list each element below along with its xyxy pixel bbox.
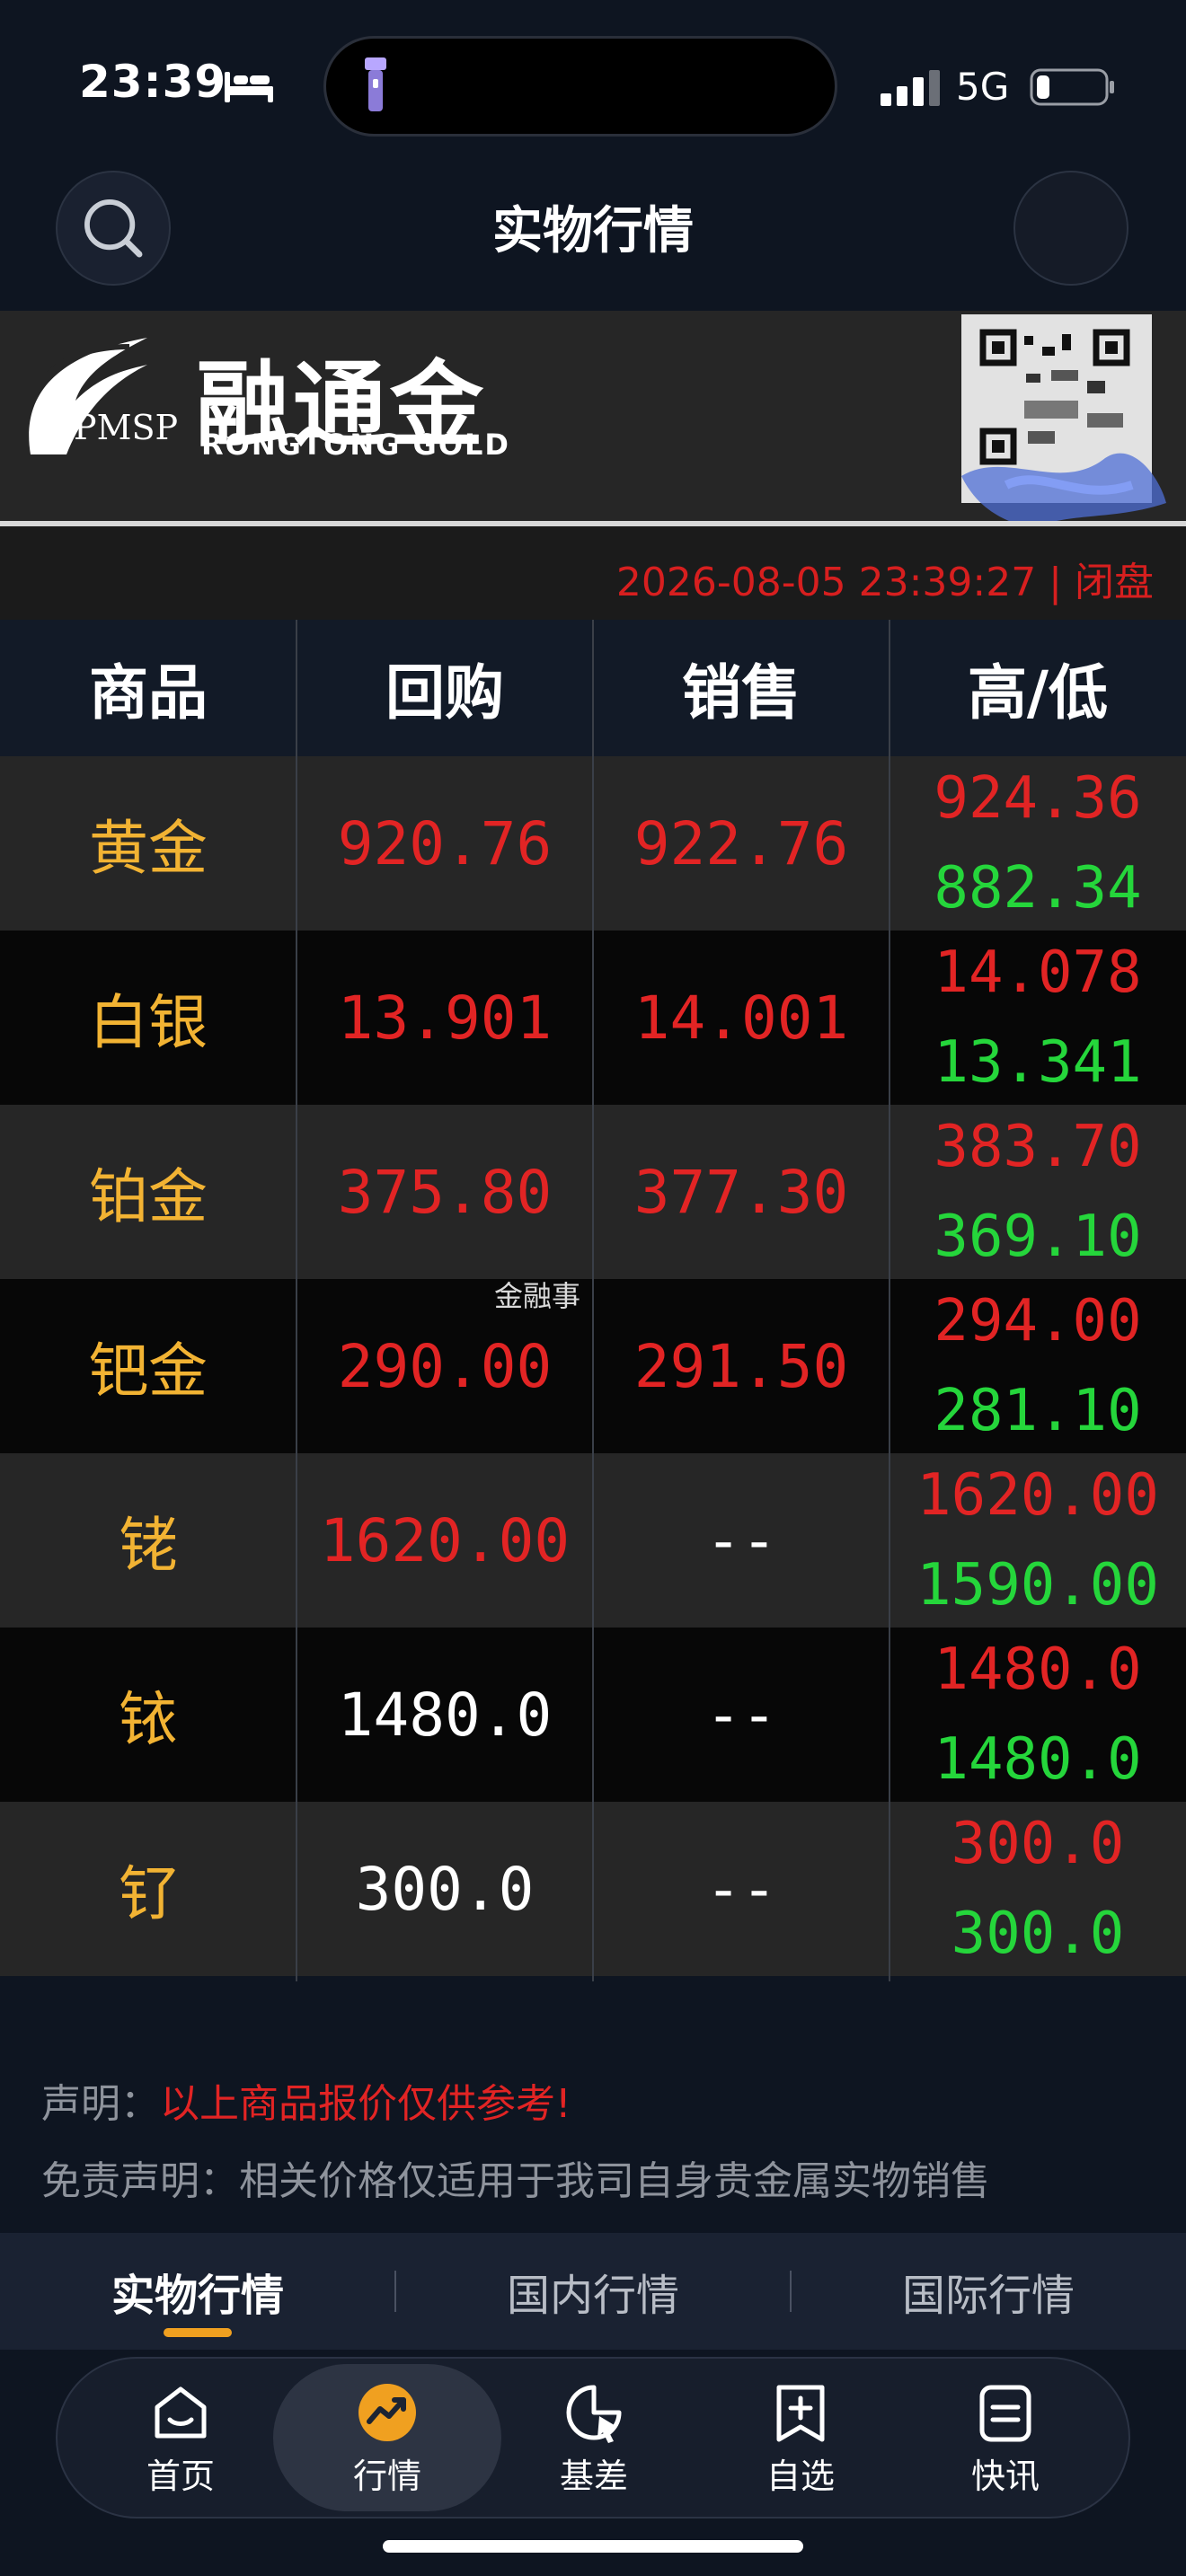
low-price: 882.34 [934, 855, 1142, 922]
pie-cursor-icon [566, 2385, 622, 2443]
high-price: 1620.00 [916, 1462, 1159, 1529]
sell-price: 14.001 [633, 983, 849, 1053]
dynamic-island[interactable] [323, 36, 837, 137]
column-divider [592, 620, 594, 1981]
high-price: 383.70 [934, 1114, 1142, 1180]
sell-price: 377.30 [633, 1157, 849, 1227]
commodity-name: 钯金 [89, 1337, 208, 1406]
home-indicator[interactable] [383, 2540, 803, 2553]
buyback-price: 375.80 [337, 1157, 553, 1227]
brand-abbr: PMSP [74, 408, 179, 447]
nav-basis[interactable]: 基差 [491, 2371, 697, 2506]
low-price: 1480.0 [934, 1726, 1142, 1793]
watermark: 金融事 [494, 1279, 581, 1313]
brand-name-en: RONGTONG GOLD [201, 428, 510, 462]
tab-separator [790, 2271, 792, 2312]
column-divider [889, 620, 890, 1981]
status-time: 23:39 [79, 56, 227, 108]
sell-price: 291.50 [633, 1331, 849, 1401]
sell-price: -- [705, 1680, 777, 1750]
high-price: 1480.0 [934, 1636, 1142, 1703]
high-price: 294.00 [934, 1288, 1142, 1354]
nav-label: 首页 [146, 2457, 215, 2496]
low-price: 13.341 [934, 1029, 1142, 1096]
active-tab-indicator [164, 2328, 232, 2337]
commodity-name: 铑 [119, 1511, 178, 1580]
sleep-bed-icon [225, 72, 273, 102]
high-price: 14.078 [934, 940, 1142, 1006]
add-bookmark-icon [776, 2385, 825, 2442]
buyback-price: 300.0 [355, 1854, 535, 1924]
header-commodity: 商品 [89, 658, 208, 728]
buyback-price: 13.901 [337, 983, 553, 1053]
commodity-name: 白银 [89, 988, 208, 1057]
menu-button[interactable] [1013, 171, 1128, 286]
header-sell: 销售 [682, 658, 801, 728]
high-price: 924.36 [934, 765, 1142, 832]
sell-price: -- [705, 1505, 777, 1575]
home-icon [155, 2386, 207, 2439]
low-price: 281.10 [934, 1378, 1142, 1444]
tab-domestic-market[interactable]: 国内行情 [395, 2233, 791, 2350]
buyback-price: 1480.0 [337, 1680, 553, 1750]
nav-label: 行情 [352, 2457, 421, 2496]
low-price: 300.0 [951, 1901, 1125, 1967]
chart-trend-icon [358, 2384, 416, 2441]
nav-label: 快讯 [970, 2457, 1040, 2496]
sell-price: 922.76 [633, 808, 849, 878]
commodity-name: 铱 [119, 1685, 178, 1754]
nav-label: 基差 [559, 2457, 628, 2496]
nav-news[interactable]: 快讯 [902, 2371, 1109, 2506]
high-price: 300.0 [951, 1811, 1125, 1877]
commodity-name: 钌 [119, 1859, 178, 1928]
commodity-name: 黄金 [89, 814, 208, 883]
low-price: 369.10 [934, 1204, 1142, 1270]
flashlight-icon [365, 57, 386, 111]
page-title: 实物行情 [492, 202, 694, 260]
tab-international-market[interactable]: 国际行情 [791, 2233, 1186, 2350]
nav-label: 自选 [766, 2457, 835, 2496]
tab-separator [394, 2271, 396, 2312]
battery-icon [1030, 68, 1114, 106]
cellular-signal-icon [881, 70, 940, 106]
sell-price: -- [705, 1854, 777, 1924]
notice-line: 声明：以上商品报价仅供参考! [41, 2071, 571, 2129]
low-price: 1590.00 [916, 1552, 1159, 1619]
news-icon [979, 2385, 1031, 2442]
disclaimer-text: 免责声明：相关价格仅适用于我司自身贵金属实物销售 [41, 2158, 990, 2204]
buyback-price: 920.76 [337, 808, 553, 878]
header-high-low: 高/低 [967, 658, 1109, 728]
header-buyback: 回购 [385, 658, 504, 728]
nav-home[interactable]: 首页 [77, 2371, 284, 2506]
market-timestamp: 2026-08-05 23:39:27 | 闭盘 [615, 560, 1154, 605]
commodity-name: 铂金 [89, 1162, 208, 1231]
notice-text: 以上商品报价仅供参考! [160, 2081, 571, 2127]
buyback-price: 1620.00 [319, 1505, 571, 1575]
column-divider [296, 620, 297, 1981]
notice-label: 声明： [41, 2081, 160, 2127]
nav-market[interactable]: 行情 [284, 2371, 491, 2506]
nav-watchlist[interactable]: 自选 [697, 2371, 904, 2506]
network-type: 5G [956, 65, 1010, 109]
